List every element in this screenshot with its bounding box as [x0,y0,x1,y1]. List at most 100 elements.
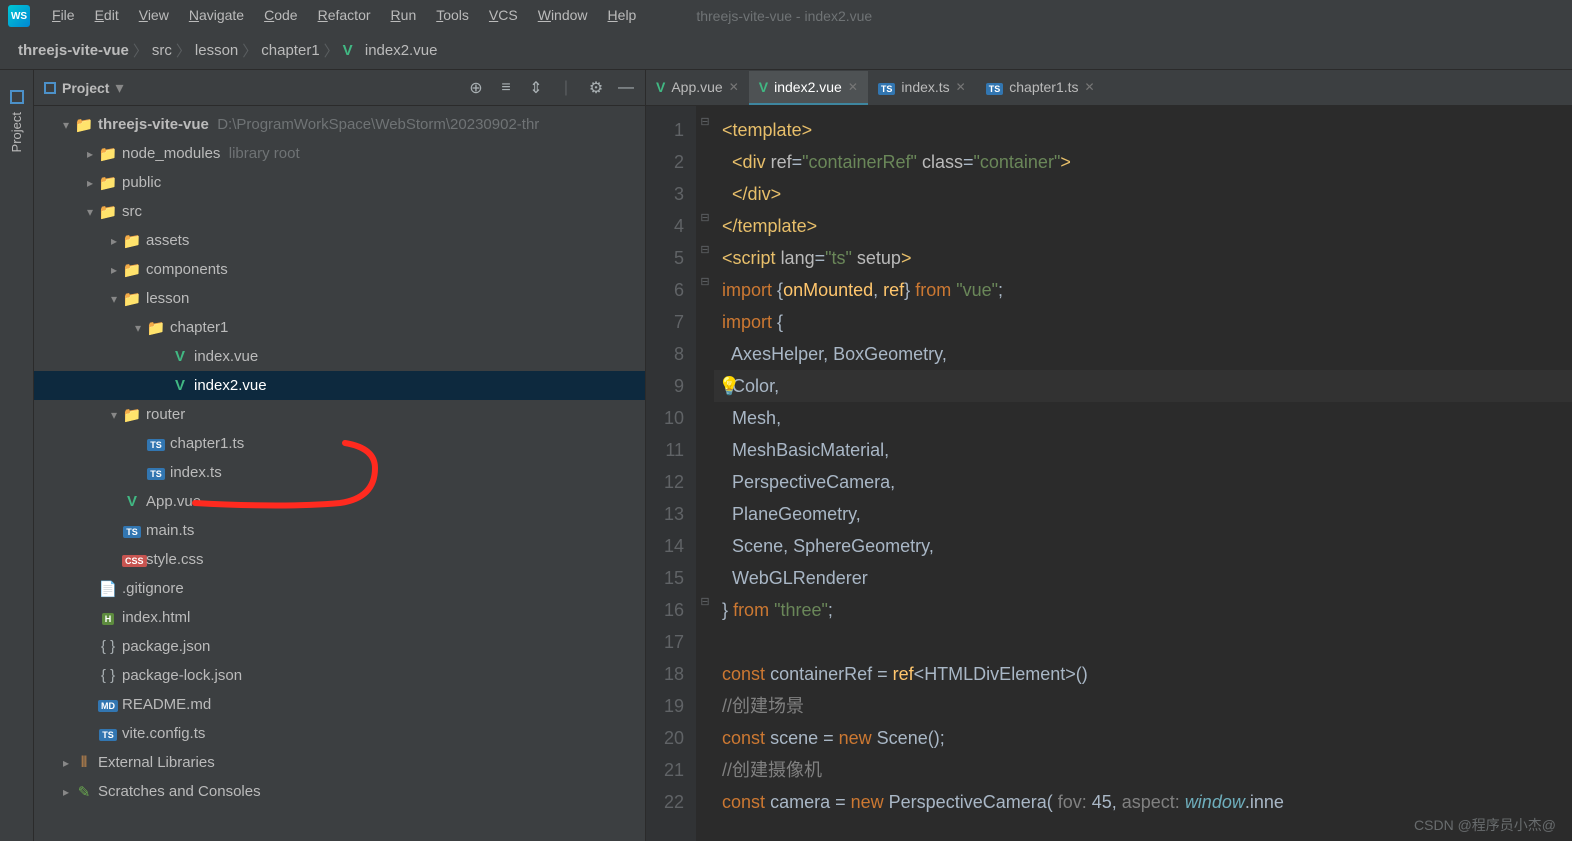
select-opened-icon[interactable]: ⊕ [467,79,485,97]
folder-icon: 📁 [122,261,142,279]
code-body[interactable]: <template> <div ref="containerRef" class… [714,106,1572,841]
breadcrumb-item[interactable]: threejs-vite-vue [18,42,129,59]
project-tool-icon[interactable] [10,90,24,104]
tree-item-main-ts[interactable]: TSmain.ts [34,516,645,545]
tree-arrow-icon[interactable]: ▸ [106,263,122,277]
vue-icon: V [759,79,768,95]
tree-item-chapter1-ts[interactable]: TSchapter1.ts [34,429,645,458]
ts-icon: TS [98,725,118,742]
tree-item-package-lock-json[interactable]: { }package-lock.json [34,661,645,690]
ts-icon: TS [986,79,1004,95]
minimize-icon[interactable]: — [617,79,635,97]
folder-icon: 📁 [98,174,118,192]
project-tree[interactable]: ▾📁threejs-vite-vue D:\ProgramWorkSpace\W… [34,106,645,841]
tree-item--gitignore[interactable]: 📄.gitignore [34,574,645,603]
close-icon[interactable]: ✕ [956,80,966,94]
menu-help[interactable]: Help [598,7,647,23]
menu-edit[interactable]: Edit [85,7,129,23]
ts-icon: TS [878,79,896,95]
vue-icon: V [343,42,353,59]
chevron-right-icon: 〉 [133,40,148,61]
json-icon: { } [98,638,118,655]
tab-index-ts[interactable]: TSindex.ts✕ [868,71,976,105]
menu-refactor[interactable]: Refactor [308,7,381,23]
vue-icon: V [170,377,190,394]
window-subtitle: threejs-vite-vue - index2.vue [696,8,872,24]
line-gutter: 12345678910111213141516171819202122 [646,106,696,841]
breadcrumb-item[interactable]: chapter1 [261,42,319,59]
menu-file[interactable]: File [42,7,85,23]
tree-item-index2-vue[interactable]: Vindex2.vue [34,371,645,400]
ts-icon: TS [122,522,142,539]
tree-item-external-libraries[interactable]: ▸⫴External Libraries [34,748,645,777]
tree-item-style-css[interactable]: CSSstyle.css [34,545,645,574]
tree-item-scratches-and-consoles[interactable]: ▸✎Scratches and Consoles [34,777,645,806]
tree-item-chapter1[interactable]: ▾📁chapter1 [34,313,645,342]
tree-arrow-icon[interactable]: ▾ [58,118,74,132]
code-editor[interactable]: 12345678910111213141516171819202122 ⊟⊟⊟⊟… [646,106,1572,841]
editor-tabs: VApp.vue✕Vindex2.vue✕TSindex.ts✕TSchapte… [646,70,1572,106]
vue-icon: V [170,348,190,365]
tool-rail: Project [0,70,34,841]
project-panel: Project ▾ ⊕ ≡ ⇕ | ⚙ — ▾📁threejs-vite-vue… [34,70,646,841]
tree-item-lesson[interactable]: ▾📁lesson [34,284,645,313]
gear-icon[interactable]: ⚙ [587,79,605,97]
expand-all-icon[interactable]: ≡ [497,79,515,97]
menu-tools[interactable]: Tools [426,7,479,23]
tab-app-vue[interactable]: VApp.vue✕ [646,71,749,105]
panel-title: Project [62,80,109,96]
tab-index2-vue[interactable]: Vindex2.vue✕ [749,71,868,105]
menu-code[interactable]: Code [254,7,307,23]
menu-view[interactable]: View [129,7,179,23]
panel-header: Project ▾ ⊕ ≡ ⇕ | ⚙ — [34,70,645,106]
tree-item-package-json[interactable]: { }package.json [34,632,645,661]
close-icon[interactable]: ✕ [1085,80,1095,94]
menu-run[interactable]: Run [381,7,427,23]
tree-arrow-icon[interactable]: ▾ [82,205,98,219]
tree-arrow-icon[interactable]: ▾ [106,408,122,422]
app-icon: WS [8,5,30,27]
menu-window[interactable]: Window [528,7,598,23]
tree-item-threejs-vite-vue[interactable]: ▾📁threejs-vite-vue D:\ProgramWorkSpace\W… [34,110,645,139]
chevron-down-icon[interactable]: ▾ [115,78,123,98]
tree-arrow-icon[interactable]: ▸ [58,785,74,799]
breadcrumb-item[interactable]: lesson [195,42,238,59]
folder-icon: 📁 [122,232,142,250]
chevron-right-icon: 〉 [176,40,191,61]
tree-item-readme-md[interactable]: MDREADME.md [34,690,645,719]
bulb-icon[interactable]: 💡 [718,370,740,402]
tree-item-src[interactable]: ▾📁src [34,197,645,226]
collapse-all-icon[interactable]: ⇕ [527,79,545,97]
menu-vcs[interactable]: VCS [479,7,528,23]
folder-icon: 📁 [122,406,142,424]
tree-item-node-modules[interactable]: ▸📁node_modules library root [34,139,645,168]
breadcrumb-item[interactable]: V index2.vue [343,42,438,59]
tree-arrow-icon[interactable]: ▸ [82,176,98,190]
vue-icon: V [122,493,142,510]
tree-item-index-vue[interactable]: Vindex.vue [34,342,645,371]
chevron-right-icon: 〉 [242,40,257,61]
tree-item-index-ts[interactable]: TSindex.ts [34,458,645,487]
fold-column[interactable]: ⊟⊟⊟⊟⊟ [696,106,714,841]
project-tool-label[interactable]: Project [9,112,24,152]
project-icon [44,82,56,94]
menu-navigate[interactable]: Navigate [179,7,254,23]
breadcrumb-item[interactable]: src [152,42,172,59]
file-icon: 📄 [98,580,118,598]
tree-item-vite-config-ts[interactable]: TSvite.config.ts [34,719,645,748]
tree-arrow-icon[interactable]: ▸ [106,234,122,248]
tree-arrow-icon[interactable]: ▸ [58,756,74,770]
tree-item-public[interactable]: ▸📁public [34,168,645,197]
tree-item-assets[interactable]: ▸📁assets [34,226,645,255]
tree-item-index-html[interactable]: Hindex.html [34,603,645,632]
tab-chapter1-ts[interactable]: TSchapter1.ts✕ [976,71,1105,105]
ts-icon: TS [146,435,166,452]
tree-arrow-icon[interactable]: ▸ [82,147,98,161]
tree-item-app-vue[interactable]: VApp.vue [34,487,645,516]
close-icon[interactable]: ✕ [729,80,739,94]
close-icon[interactable]: ✕ [848,80,858,94]
tree-item-router[interactable]: ▾📁router [34,400,645,429]
tree-arrow-icon[interactable]: ▾ [130,321,146,335]
tree-arrow-icon[interactable]: ▾ [106,292,122,306]
tree-item-components[interactable]: ▸📁components [34,255,645,284]
